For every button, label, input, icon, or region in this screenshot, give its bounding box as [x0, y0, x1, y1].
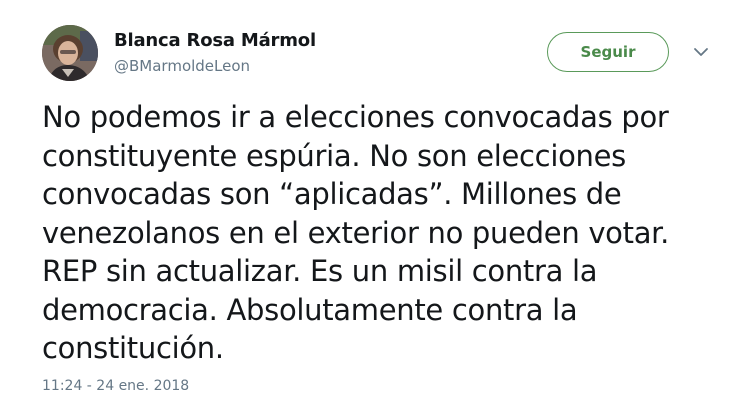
tweet-text: No podemos ir a elecciones convocadas po…: [42, 98, 732, 368]
tweet-timestamp[interactable]: 11:24 - 24 ene. 2018: [42, 378, 189, 394]
avatar[interactable]: [42, 25, 98, 81]
tweet-text-line: venezolanos en el exterior no pueden vot…: [42, 215, 670, 250]
author-display-name[interactable]: Blanca Rosa Mármol: [114, 30, 316, 51]
chevron-down-icon[interactable]: [691, 42, 711, 62]
tweet-card: Blanca Rosa Mármol @BMarmoldeLeon Seguir…: [0, 0, 750, 400]
follow-button-label: Seguir: [580, 43, 636, 61]
tweet-text-line: REP sin actualizar. Es un misil contra l…: [42, 254, 598, 288]
profile-photo-icon: [42, 25, 98, 81]
tweet-text-line: convocadas son “aplicadas”. Millones de: [42, 177, 622, 211]
follow-button[interactable]: Seguir: [547, 32, 669, 72]
tweet-text-line: No podemos ir a elecciones convocadas po…: [42, 100, 669, 134]
tweet-text-line: democracia. Absolutamente contra la: [42, 292, 578, 327]
tweet-text-line: constitución.: [42, 331, 224, 365]
author-handle[interactable]: @BMarmoldeLeon: [114, 57, 250, 75]
tweet-text-line: constituyente espúria. No son elecciones: [42, 138, 626, 173]
